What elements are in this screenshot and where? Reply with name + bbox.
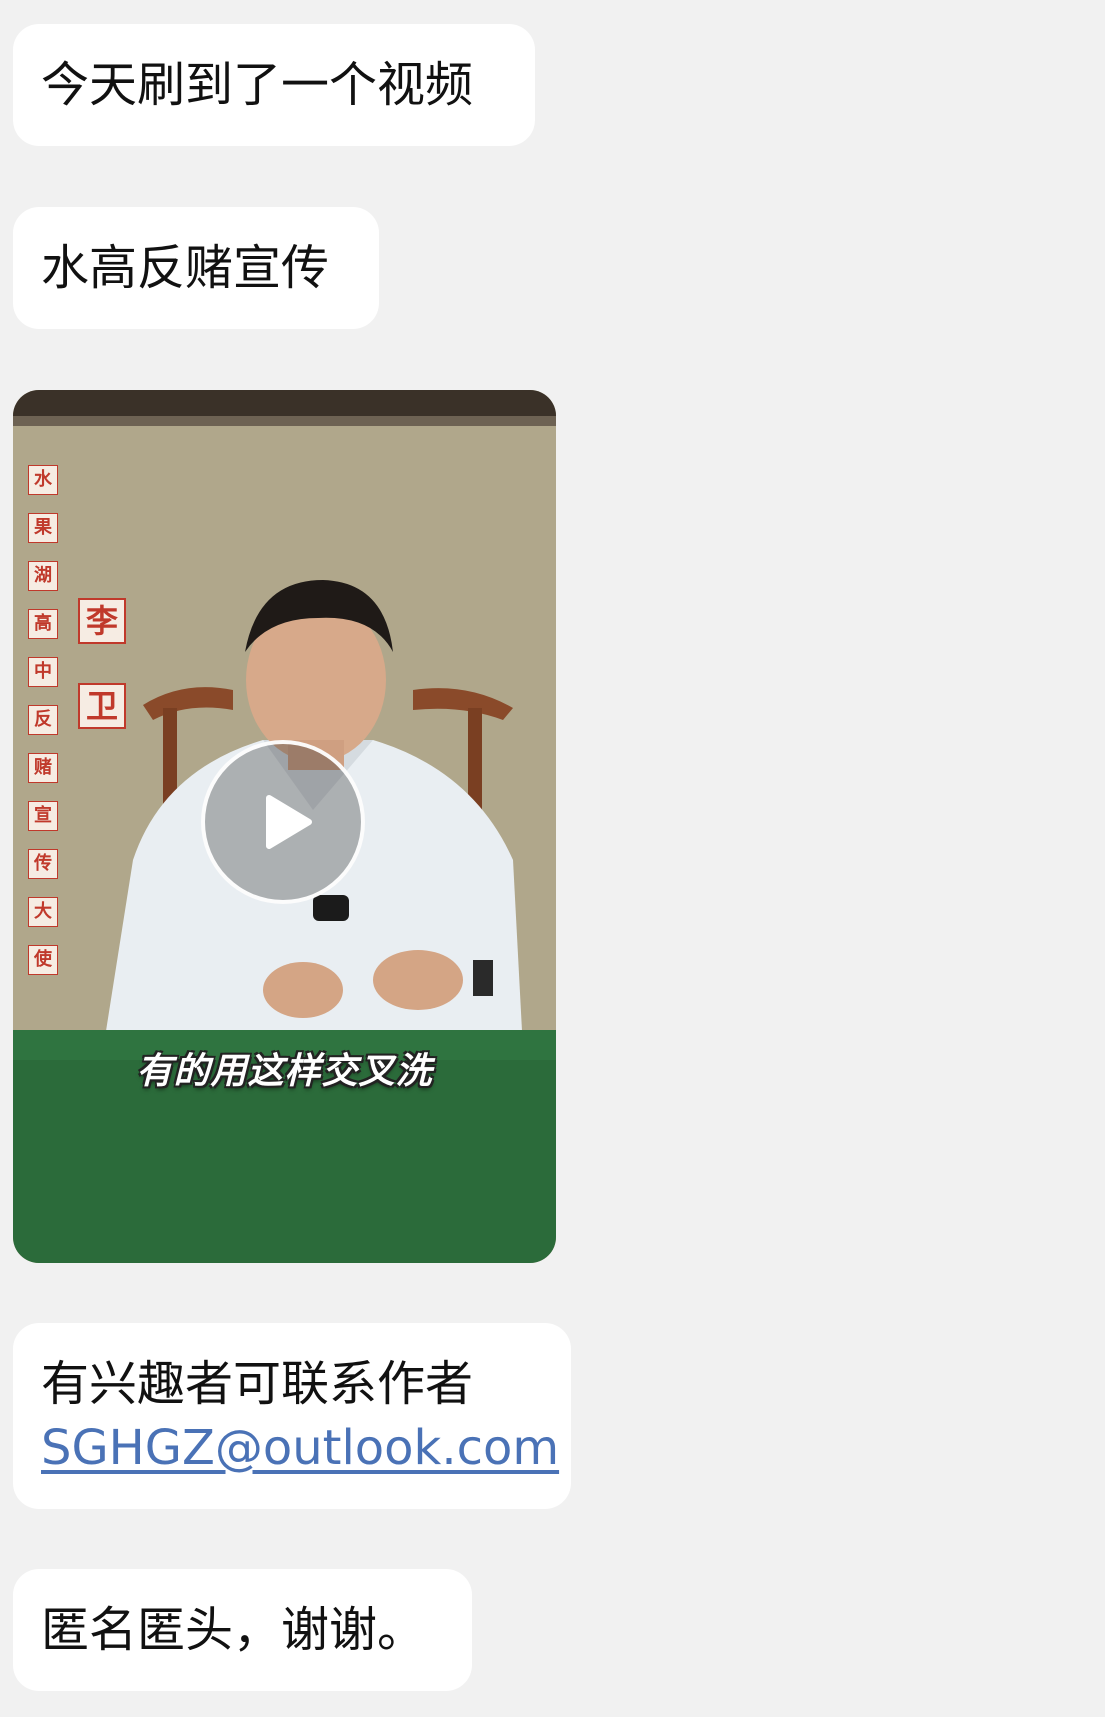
chat-bubble-text[interactable]: 有兴趣者可联系作者 SGHGZ@outlook.com: [13, 1323, 571, 1509]
message-text: 今天刷到了一个视频: [41, 57, 474, 113]
vertical-banner-char: 湖: [28, 561, 58, 591]
video-message-thumbnail[interactable]: 水果湖高中反赌宣传大使 李 卫 有的用这样交叉洗: [13, 390, 556, 1263]
chat-bubble-text[interactable]: 匿名匿头，谢谢。: [13, 1569, 472, 1691]
vertical-banner-char: 宣: [28, 801, 58, 831]
vertical-banner-char: 大: [28, 897, 58, 927]
vertical-banner-char: 传: [28, 849, 58, 879]
vertical-banner-char: 中: [28, 657, 58, 687]
name-tag-char: 卫: [78, 683, 126, 729]
vertical-banner-char: 赌: [28, 753, 58, 783]
message-text: 匿名匿头，谢谢。: [41, 1602, 426, 1658]
vertical-banner-char: 反: [28, 705, 58, 735]
play-button[interactable]: [201, 740, 365, 904]
vertical-banner-char: 水: [28, 465, 58, 495]
message-text: 水高反赌宣传: [41, 240, 330, 296]
message-text: 有兴趣者可联系作者: [41, 1356, 474, 1412]
vertical-banner-char: 使: [28, 945, 58, 975]
vertical-banner-char: 果: [28, 513, 58, 543]
vertical-banner-char: 高: [28, 609, 58, 639]
email-link[interactable]: SGHGZ@outlook.com: [41, 1416, 559, 1480]
chat-bubble-text[interactable]: 今天刷到了一个视频: [13, 24, 535, 146]
play-icon: [266, 795, 312, 849]
video-subtitle: 有的用这样交叉洗: [136, 1051, 433, 1092]
name-tag-char: 李: [78, 598, 126, 644]
chat-bubble-text[interactable]: 水高反赌宣传: [13, 207, 379, 329]
